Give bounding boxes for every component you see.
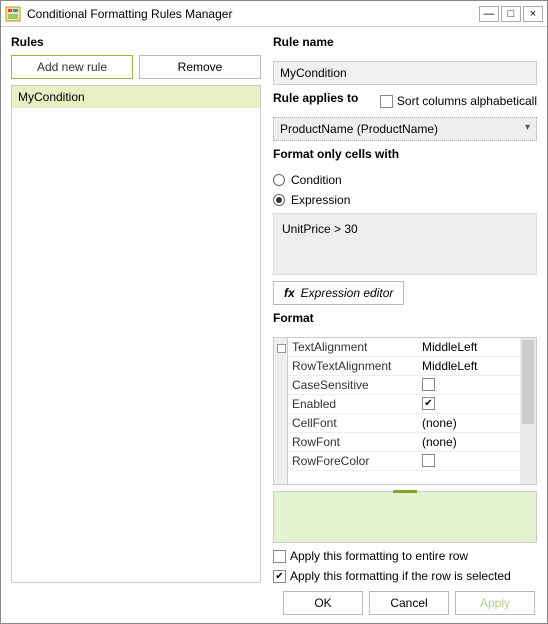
property-row[interactable]: RowForeColor	[288, 452, 520, 471]
if-selected-label: Apply this formatting if the row is sele…	[290, 569, 511, 583]
scrollbar-thumb[interactable]	[522, 340, 534, 424]
property-category-toggle[interactable]	[274, 338, 288, 485]
apply-button[interactable]: Apply	[455, 591, 535, 615]
entire-row-label: Apply this formatting to entire row	[290, 549, 468, 563]
radio-icon	[273, 174, 285, 186]
condition-radio-label: Condition	[291, 173, 342, 187]
add-rule-button[interactable]: Add new rule	[11, 55, 133, 79]
radio-icon	[273, 194, 285, 206]
property-key: TextAlignment	[288, 338, 418, 356]
checkbox-icon	[273, 550, 286, 563]
property-key: CellFont	[288, 414, 418, 432]
rule-applies-heading: Rule applies to	[273, 91, 374, 105]
expression-display: UnitPrice > 30	[273, 213, 537, 275]
sort-alpha-checkbox[interactable]: Sort columns alphabeticall	[380, 94, 537, 108]
property-value[interactable]: (none)	[418, 414, 520, 432]
format-heading: Format	[273, 311, 537, 325]
minimize-button[interactable]: —	[479, 6, 499, 22]
expression-editor-button[interactable]: fx Expression editor	[273, 281, 404, 305]
close-button[interactable]: ×	[523, 6, 543, 22]
property-key: RowForeColor	[288, 452, 418, 470]
cancel-button[interactable]: Cancel	[369, 591, 449, 615]
property-row[interactable]: Enabled ✔	[288, 395, 520, 414]
rule-list-item[interactable]: MyCondition	[12, 86, 260, 108]
property-row[interactable]: RowTextAlignmentMiddleLeft	[288, 357, 520, 376]
rules-heading: Rules	[11, 35, 261, 49]
property-key: Enabled	[288, 395, 418, 413]
applies-to-dropdown[interactable]: ProductName (ProductName)	[273, 117, 537, 141]
window-title: Conditional Formatting Rules Manager	[27, 7, 232, 21]
property-row[interactable]: TextAlignmentMiddleLeft	[288, 338, 520, 357]
rule-name-heading: Rule name	[273, 35, 537, 49]
app-icon	[5, 6, 21, 22]
dialog-footer: OK Cancel Apply	[283, 591, 535, 615]
property-value[interactable]: (none)	[418, 433, 520, 451]
property-grid[interactable]: TextAlignmentMiddleLeftRowTextAlignmentM…	[273, 337, 537, 486]
property-row[interactable]: CellFont(none)	[288, 414, 520, 433]
property-key: RowFont	[288, 433, 418, 451]
property-row[interactable]: CaseSensitive	[288, 376, 520, 395]
property-value[interactable]: MiddleLeft	[418, 357, 520, 375]
maximize-button[interactable]: □	[501, 6, 521, 22]
checkbox-icon: ✔	[422, 397, 435, 410]
property-value[interactable]: ✔	[418, 395, 520, 413]
remove-rule-button[interactable]: Remove	[139, 55, 261, 79]
rule-name-input[interactable]	[273, 61, 537, 85]
checkbox-icon	[422, 378, 435, 391]
fx-icon: fx	[284, 286, 295, 300]
expression-editor-label: Expression editor	[301, 286, 394, 300]
condition-radio[interactable]: Condition	[273, 173, 537, 187]
property-row[interactable]: RowFont(none)	[288, 433, 520, 452]
expression-radio[interactable]: Expression	[273, 193, 537, 207]
expression-radio-label: Expression	[291, 193, 350, 207]
sort-alpha-label: Sort columns alphabeticall	[397, 94, 537, 108]
property-value[interactable]	[418, 376, 520, 394]
property-key: RowTextAlignment	[288, 357, 418, 375]
ok-button[interactable]: OK	[283, 591, 363, 615]
title-bar: Conditional Formatting Rules Manager — □…	[1, 1, 547, 27]
entire-row-checkbox[interactable]: Apply this formatting to entire row	[273, 549, 537, 563]
property-value[interactable]: MiddleLeft	[418, 338, 520, 356]
property-key: CaseSensitive	[288, 376, 418, 394]
format-preview	[273, 491, 537, 543]
checkbox-icon	[380, 95, 393, 108]
property-value[interactable]	[418, 452, 520, 470]
checkbox-icon: ✔	[273, 570, 286, 583]
format-only-heading: Format only cells with	[273, 147, 537, 161]
color-swatch	[422, 454, 435, 467]
rules-list[interactable]: MyCondition	[11, 85, 261, 583]
if-selected-checkbox[interactable]: ✔ Apply this formatting if the row is se…	[273, 569, 537, 583]
scrollbar[interactable]	[520, 338, 536, 485]
